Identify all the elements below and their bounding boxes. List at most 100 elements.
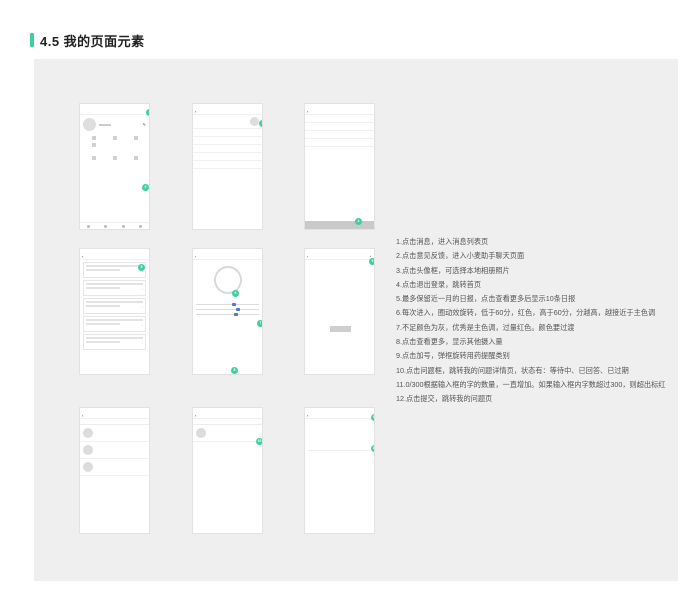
intake-sliders (193, 303, 262, 319)
badge-6: 6 (232, 290, 239, 297)
grid-cell-icon (112, 156, 117, 160)
logout-button[interactable] (305, 221, 374, 229)
back-icon[interactable]: ‹ (195, 412, 196, 419)
edit-icon[interactable]: ✎ (143, 122, 146, 127)
info-row[interactable] (193, 161, 262, 169)
settings-row[interactable] (305, 115, 374, 123)
settings-row[interactable] (305, 139, 374, 147)
badge-5: 5 (138, 264, 145, 271)
tab-icon[interactable] (138, 224, 142, 228)
grid-cell-icon (133, 136, 138, 140)
badge-3: 3 (259, 120, 262, 127)
function-grid (80, 134, 149, 150)
grid-cell[interactable] (83, 136, 104, 141)
badge-9: 9 (369, 258, 374, 265)
info-row[interactable] (193, 137, 262, 145)
back-icon[interactable]: ‹ (82, 412, 83, 419)
tab-icon[interactable] (104, 224, 108, 228)
instructions-list: 1.点击消息，进入消息列表页 2.点击意见反馈，进入小麦助手聊天页面 3.点击头… (396, 235, 678, 407)
phone-question-detail: ‹ 10 (192, 407, 263, 534)
chevron-right-icon: › (142, 305, 143, 309)
chevron-right-icon: › (142, 287, 143, 291)
slider-knob (232, 303, 236, 306)
instruction-item: 6.每次进入，圈动效旋转，低于60分，红色，高于60分，分越高，越接近于主色调 (396, 308, 656, 318)
back-icon[interactable]: ‹ (307, 253, 308, 260)
badge-4: 4 (355, 218, 362, 225)
grid-cell[interactable] (83, 156, 104, 161)
tab-icon[interactable] (87, 224, 91, 228)
question-row[interactable] (80, 425, 149, 442)
phone-mine: ✎ 1 2 (79, 103, 150, 230)
avatar (83, 445, 93, 455)
grid-cell[interactable] (104, 136, 125, 141)
instruction-item: 7.不足颜色为灰，优秀是主色调，过量红色。颜色要过渡 (396, 322, 575, 332)
badge-8: 8 (231, 367, 238, 374)
grid-cell-icon (133, 156, 138, 160)
question-row[interactable] (80, 442, 149, 459)
phone-my-questions: ‹ (79, 407, 150, 534)
add-icon[interactable]: + (369, 255, 371, 258)
chevron-right-icon: › (142, 341, 143, 345)
question-row[interactable] (193, 425, 262, 442)
nav-bar: ‹ (80, 253, 149, 260)
profile-header: ✎ (80, 115, 149, 134)
report-card[interactable]: › (83, 334, 146, 350)
grid-cell[interactable] (125, 136, 146, 141)
grid-cell-icon (91, 136, 96, 140)
phone-profile-edit: ‹ 3 (192, 103, 263, 230)
profile-name-placeholder (99, 123, 111, 126)
badge-7: 7 (257, 320, 262, 327)
phone-settings: ‹ 4 (304, 103, 375, 230)
back-icon[interactable]: ‹ (307, 412, 308, 419)
badge-11: 11 (371, 414, 374, 421)
nav-bar: ‹ (80, 412, 149, 419)
back-icon[interactable]: ‹ (307, 108, 308, 115)
info-row[interactable] (193, 153, 262, 161)
avatar[interactable] (83, 118, 96, 131)
avatar[interactable] (250, 117, 259, 126)
report-card[interactable]: › (83, 298, 146, 314)
phone-medication-reminder: ‹ + 9 (304, 248, 375, 375)
question-textarea[interactable] (308, 421, 371, 451)
intake-slider (196, 313, 259, 316)
back-icon[interactable]: ‹ (195, 108, 196, 115)
grid-cell[interactable] (83, 143, 104, 148)
question-row[interactable] (80, 459, 149, 476)
grid-cell-icon (91, 156, 96, 160)
function-grid-2 (80, 154, 149, 163)
nav-bar: ‹ (305, 108, 374, 115)
score-ring (214, 266, 242, 294)
nav-bar: ‹ (193, 412, 262, 419)
back-icon[interactable]: ‹ (195, 253, 196, 260)
avatar-row[interactable] (193, 115, 262, 129)
nav-bar: ‹ (193, 108, 262, 115)
instruction-item: 10.点击问题框，跳转我的问题详情页，状态有：等待中、已回答、已过期 (396, 365, 629, 375)
settings-row[interactable] (305, 123, 374, 131)
grid-cell-icon (91, 143, 96, 147)
settings-row[interactable] (305, 131, 374, 139)
info-row[interactable] (193, 145, 262, 153)
intake-slider (196, 303, 259, 306)
add-reminder-button[interactable] (330, 326, 351, 332)
instruction-item: 11.0/300根据输入框的字的数量，一直增加。如果输入框内字数超过300，则超… (396, 379, 666, 389)
phone-report-detail: ‹ 6 7 8 (192, 248, 263, 375)
intake-slider (196, 308, 259, 311)
tab-bar (80, 222, 149, 229)
nav-bar: ‹ (193, 253, 262, 260)
instruction-item: 2.点击意见反馈，进入小麦助手聊天页面 (396, 251, 525, 261)
instruction-item: 3.点击头像框，可选择本地相册照片 (396, 265, 510, 275)
info-row[interactable] (193, 129, 262, 137)
grid-cell[interactable] (104, 156, 125, 161)
tab-icon[interactable] (121, 224, 125, 228)
instruction-item: 5.最多保留近一月的日报，点击查看更多后显示10条日报 (396, 294, 576, 304)
avatar (196, 428, 206, 438)
avatar (83, 462, 93, 472)
report-card[interactable]: › (83, 262, 146, 278)
back-icon[interactable]: ‹ (82, 253, 83, 260)
report-card[interactable]: › (83, 316, 146, 332)
report-card[interactable]: › (83, 280, 146, 296)
section-title: 4.5 我的页面元素 (30, 31, 145, 49)
instruction-item: 8.点击查看更多，显示其他摄入量 (396, 337, 503, 347)
grid-cell[interactable] (125, 156, 146, 161)
instruction-item: 4.点击退出登录，跳转首页 (396, 279, 482, 289)
